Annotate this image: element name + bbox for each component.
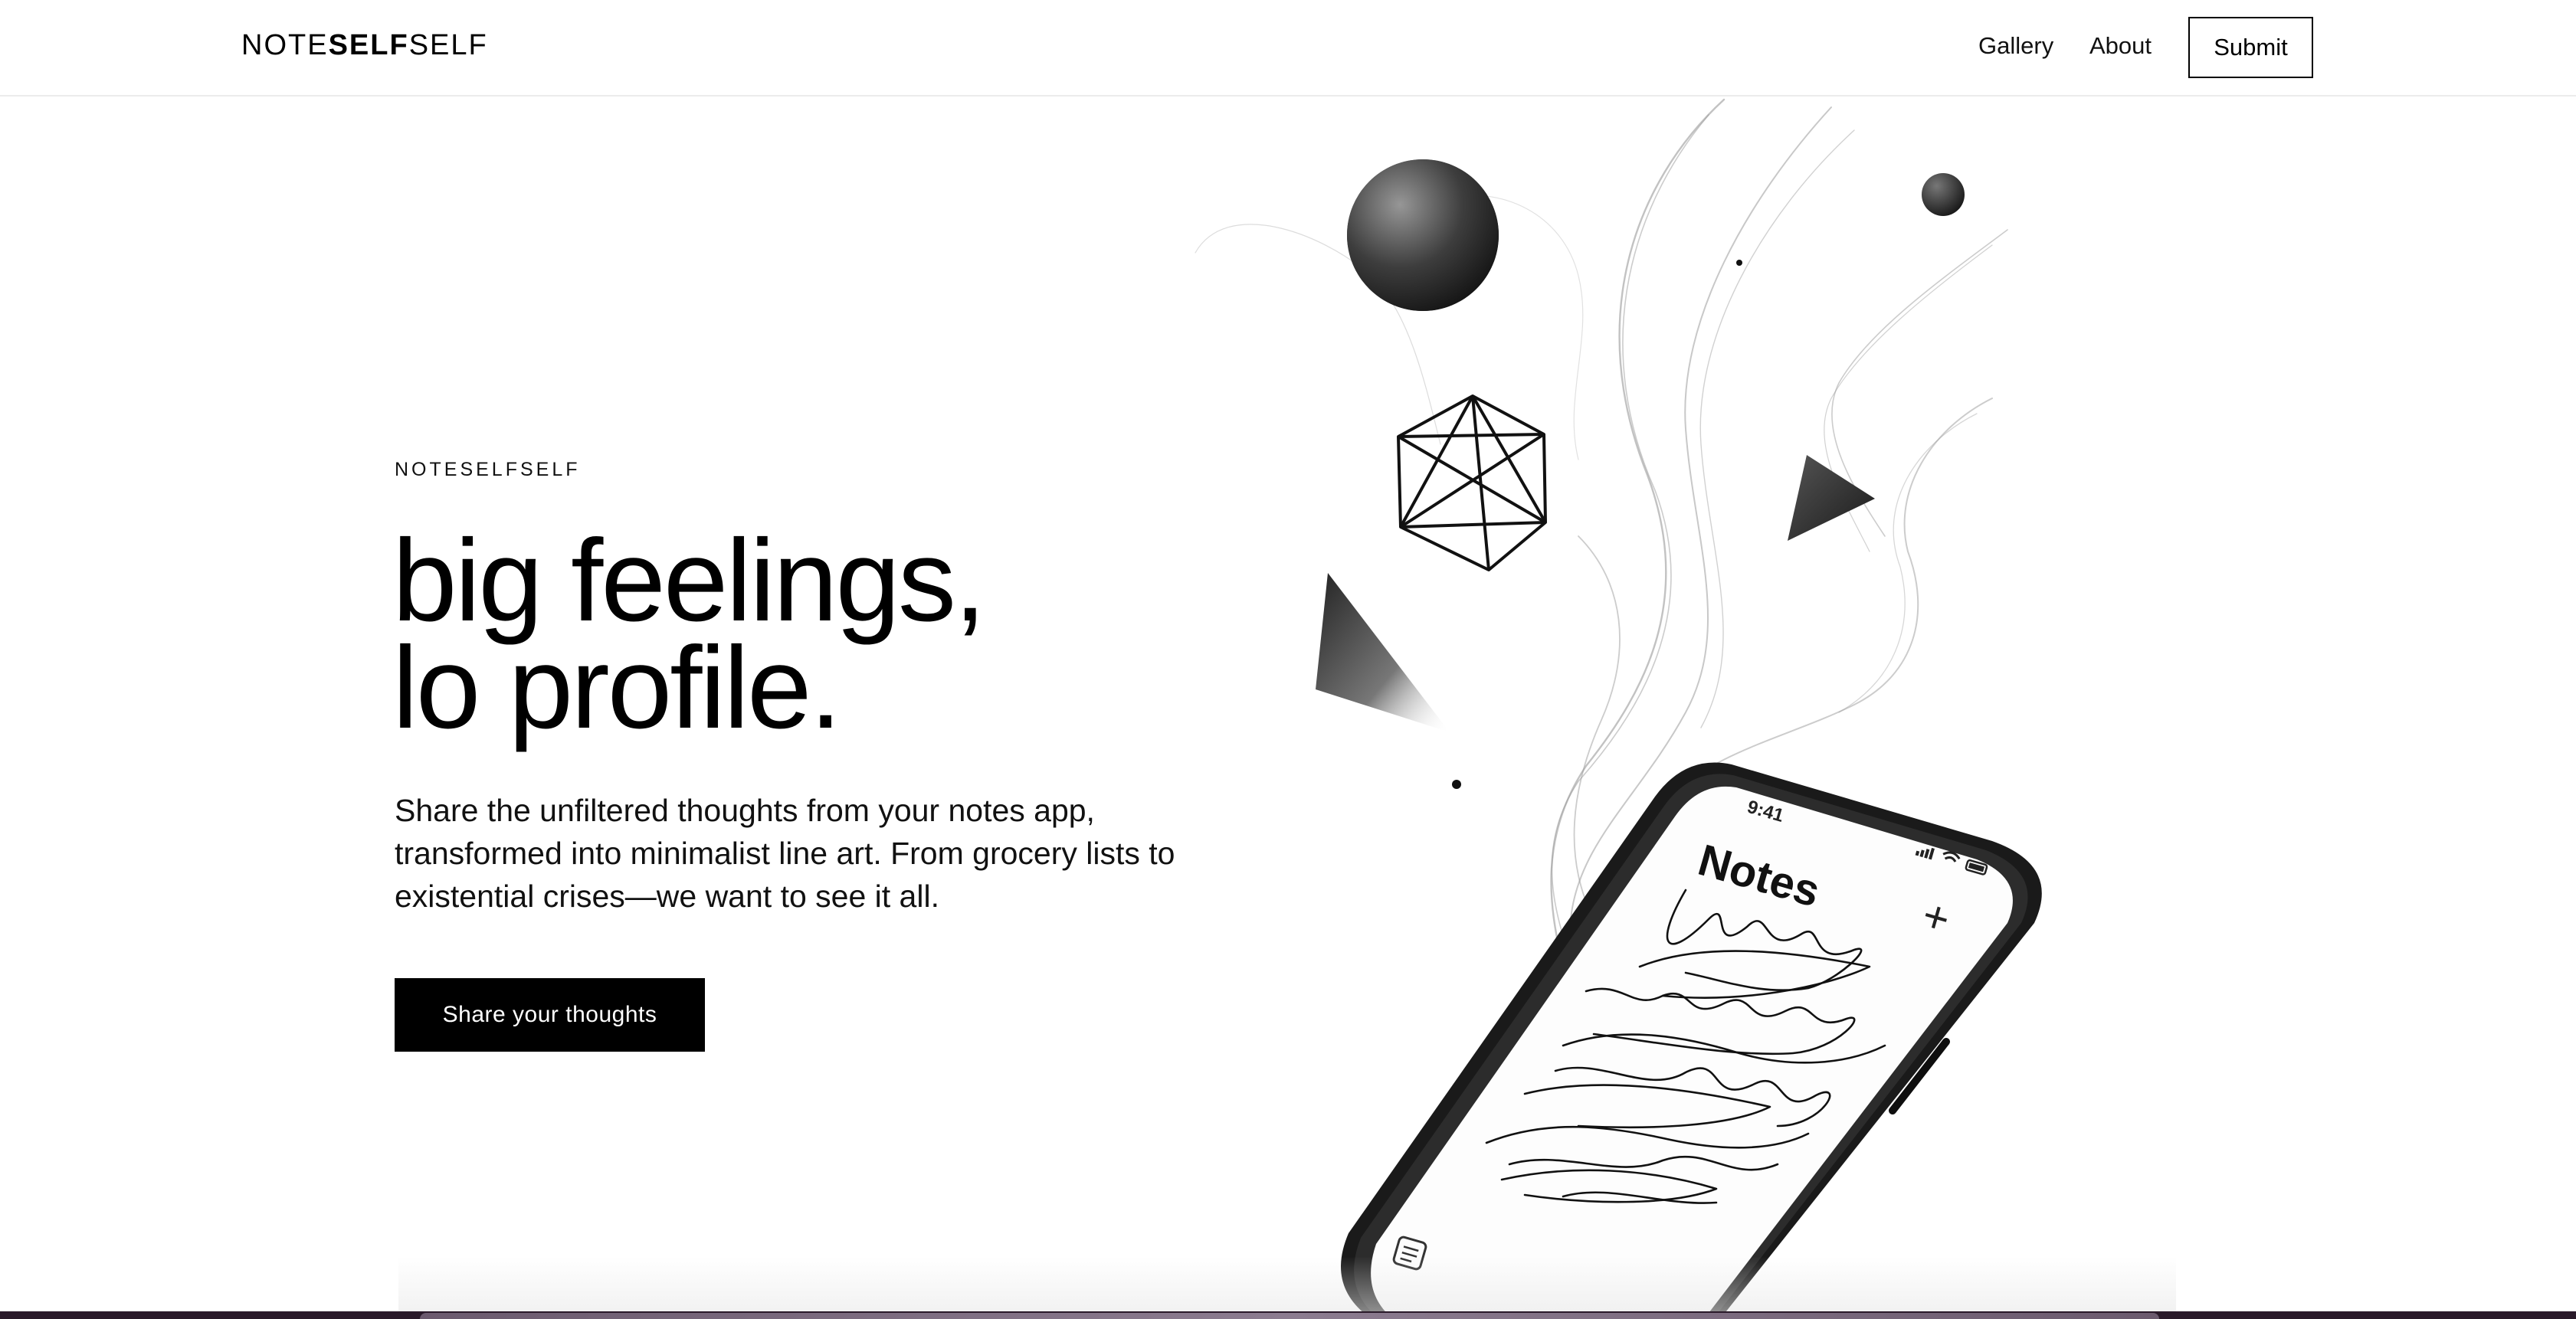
hero-description: Share the unfiltered thoughts from your …: [395, 793, 1175, 914]
submit-button[interactable]: Submit: [2188, 17, 2313, 78]
wireframe-polyhedron: [1397, 394, 1547, 571]
hero-eyebrow: NOTESELFSELF: [395, 459, 581, 480]
phone-mockup: 9:41 Notes +: [1341, 762, 2042, 1319]
logo-bold: SELF: [328, 29, 409, 61]
next-section-card-edge: [420, 1313, 2159, 1319]
share-thoughts-button[interactable]: Share your thoughts: [395, 978, 705, 1052]
headline-line-2: lo profile.: [392, 623, 842, 753]
triangle-left: [1316, 573, 1450, 732]
nav-gallery-link[interactable]: Gallery: [1978, 32, 2053, 60]
site-logo[interactable]: NOTESELFSELF: [241, 29, 488, 62]
next-section-shadow: [398, 1256, 2176, 1314]
nav-about-link[interactable]: About: [2089, 32, 2152, 60]
hero-illustration: 9:41 Notes +: [1195, 98, 2042, 1319]
dot-a: [1736, 260, 1742, 266]
site-header: NOTESELFSELF Gallery About Submit: [0, 0, 2576, 97]
small-sphere: [1922, 173, 1965, 216]
logo-suffix: SELF: [408, 29, 488, 61]
hero-headline: big feelings, lo profile.: [392, 515, 986, 753]
logo-prefix: NOTE: [241, 29, 329, 61]
headline-line-1: big feelings,: [392, 515, 986, 646]
dot-b: [1452, 780, 1461, 789]
